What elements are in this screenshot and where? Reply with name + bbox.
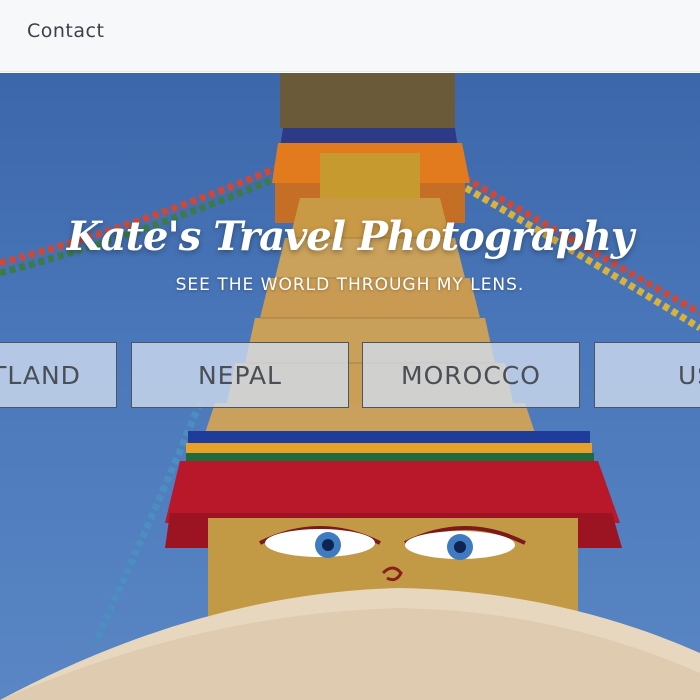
destination-card-morocco[interactable]: MOROCCO	[362, 342, 580, 408]
nav-contact-link[interactable]: Contact	[27, 20, 104, 42]
top-nav: Contact	[0, 0, 700, 72]
destination-label: SCOTLAND	[0, 360, 81, 390]
destination-carousel: SCOTLAND NEPAL MOROCCO USA	[0, 342, 700, 410]
destination-label: USA	[678, 360, 700, 390]
destination-card-nepal[interactable]: NEPAL	[131, 342, 349, 408]
hero-banner: Kate's Travel Photography SEE THE WORLD …	[0, 73, 700, 700]
hero-subtitle: SEE THE WORLD THROUGH MY LENS.	[175, 275, 525, 295]
hero-title: Kate's Travel Photography	[66, 213, 634, 260]
destination-label: NEPAL	[197, 360, 282, 390]
destination-label: MOROCCO	[401, 360, 541, 390]
destination-card-scotland[interactable]: SCOTLAND	[0, 342, 117, 408]
destination-card-usa[interactable]: USA	[594, 342, 700, 408]
